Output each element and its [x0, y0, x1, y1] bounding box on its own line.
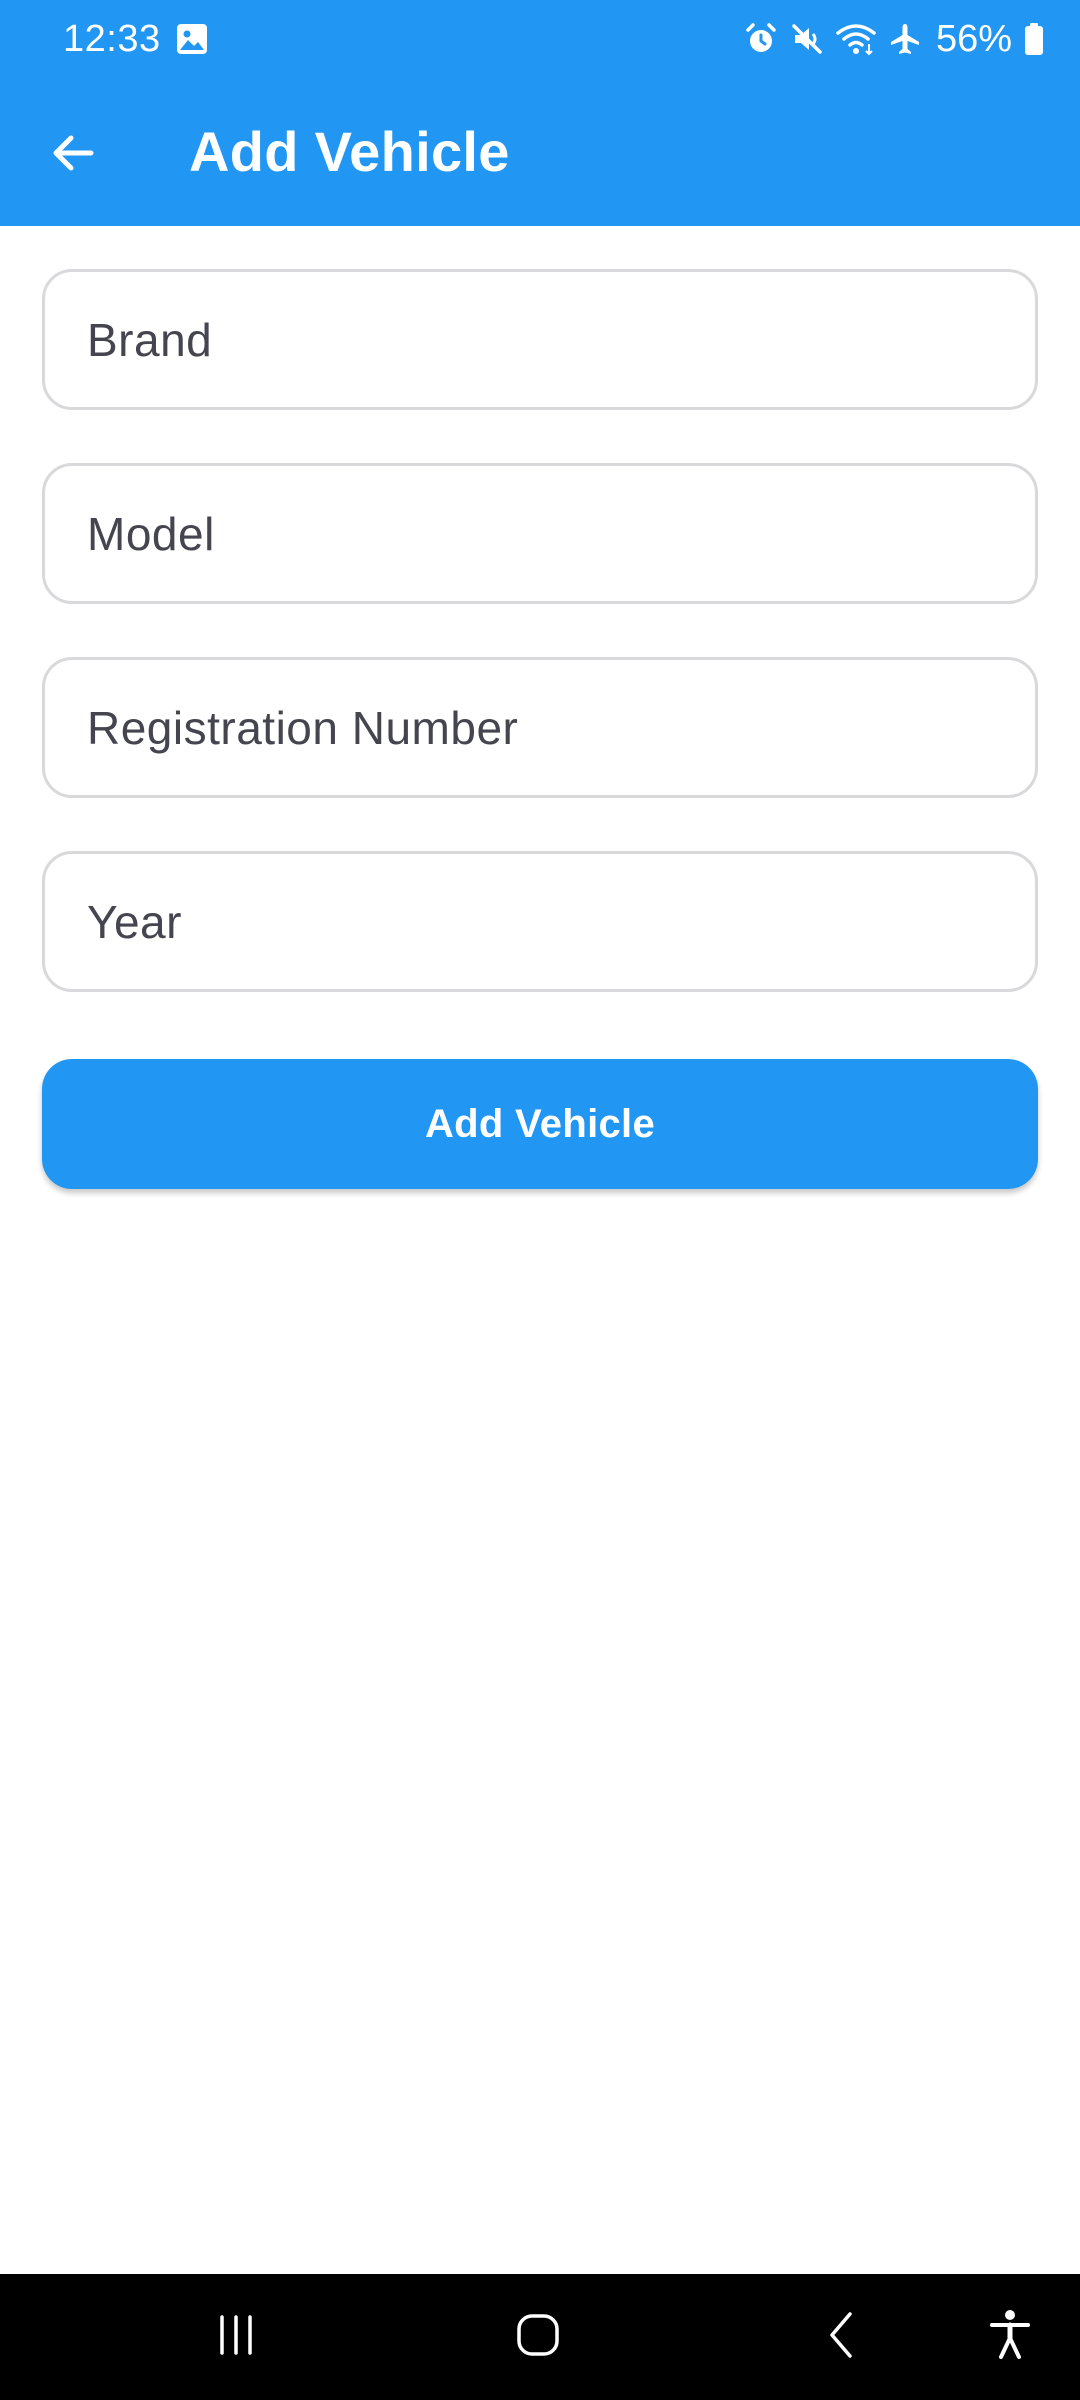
- status-time: 12:33: [63, 18, 161, 60]
- brand-field[interactable]: [42, 269, 1038, 410]
- add-vehicle-form: [42, 269, 1038, 1045]
- back-icon: [824, 2310, 860, 2365]
- model-input[interactable]: [85, 505, 1035, 562]
- mute-icon: [790, 22, 824, 56]
- model-field[interactable]: [42, 463, 1038, 604]
- airplane-mode-icon: [888, 22, 922, 56]
- battery-percentage: 56%: [935, 18, 1012, 60]
- home-button[interactable]: [496, 2274, 580, 2400]
- home-icon: [515, 2312, 561, 2363]
- status-bar: 12:33 56%: [0, 0, 1080, 78]
- wifi-icon: [836, 22, 876, 56]
- page-title: Add Vehicle: [189, 120, 510, 183]
- recents-icon: [214, 2313, 258, 2362]
- registration-number-field[interactable]: [42, 657, 1038, 798]
- system-navigation-bar: [0, 2274, 1080, 2400]
- brand-input[interactable]: [85, 311, 1035, 368]
- accessibility-button[interactable]: [968, 2274, 1052, 2400]
- alarm-icon: [744, 22, 778, 56]
- gallery-icon: [175, 22, 209, 56]
- registration-number-input[interactable]: [85, 699, 1035, 756]
- status-icons: 56%: [744, 14, 1044, 64]
- recents-button[interactable]: [194, 2274, 278, 2400]
- arrow-left-icon: [49, 129, 97, 182]
- system-back-button[interactable]: [800, 2274, 884, 2400]
- year-input[interactable]: [85, 893, 1035, 950]
- year-field[interactable]: [42, 851, 1038, 992]
- app-bar: Add Vehicle: [0, 78, 1080, 226]
- back-button[interactable]: [30, 112, 116, 198]
- accessibility-icon: [988, 2309, 1032, 2366]
- battery-icon: [1024, 22, 1044, 56]
- add-vehicle-button[interactable]: Add Vehicle: [42, 1059, 1038, 1189]
